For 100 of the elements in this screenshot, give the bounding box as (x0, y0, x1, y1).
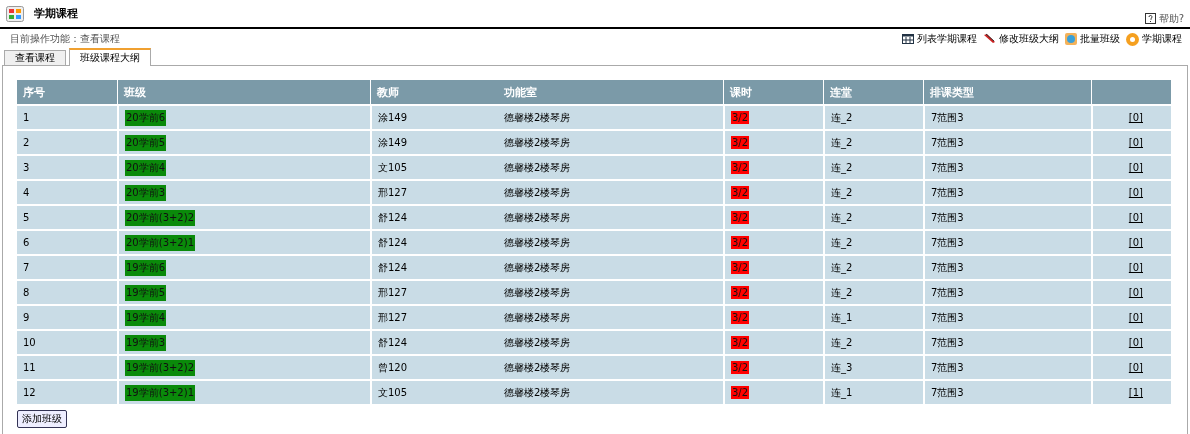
add-class-button[interactable]: 添加班级 (17, 410, 67, 428)
table-cell: 7范围3 (931, 260, 964, 275)
count-link[interactable]: [0] (1128, 337, 1143, 348)
help-link[interactable]: 帮助? (1144, 11, 1184, 26)
hours-value: 3/2 (731, 386, 750, 399)
table-cell: 7 (23, 262, 30, 273)
table-cell: 7范围3 (931, 335, 964, 350)
class-name: 20学前4 (125, 159, 167, 176)
table-cell: 7范围3 (931, 385, 964, 400)
table-cell: 涂149 (378, 110, 408, 125)
help-icon (1144, 13, 1156, 24)
table-cell: 2 (23, 137, 30, 148)
class-name: 19学前6 (125, 259, 167, 276)
table-cell: 7范围3 (931, 160, 964, 175)
class-name: 20学前3 (125, 184, 167, 201)
hours-value: 3/2 (731, 236, 750, 249)
toolbar-link[interactable]: 学期课程 (1126, 32, 1182, 46)
toolbar-link[interactable]: 列表学期课程 (902, 32, 977, 46)
table-cell: 4 (23, 187, 30, 198)
tab[interactable]: 班级课程大纲 (69, 48, 151, 66)
table-cell: 7范围3 (931, 285, 964, 300)
table-cell: 文105 (378, 385, 408, 400)
table-cell: 1 (23, 112, 30, 123)
count-link[interactable]: [0] (1128, 237, 1143, 248)
app-icon (6, 5, 24, 22)
table-cell: 德馨楼2楼琴房 (504, 385, 571, 400)
table-cell: 连_2 (831, 110, 853, 125)
circle-icon (1126, 32, 1139, 46)
column-header: 序号 (22, 84, 46, 101)
tab[interactable]: 查看课程 (4, 50, 66, 65)
table-cell: 10 (23, 337, 36, 348)
table-cell: 邢127 (378, 185, 408, 200)
table-cell: 文105 (378, 160, 408, 175)
table-cell: 舒124 (378, 210, 408, 225)
count-link[interactable]: [0] (1128, 312, 1143, 323)
count-link[interactable]: [0] (1128, 162, 1143, 173)
table-cell: 舒124 (378, 235, 408, 250)
table-cell: 舒124 (378, 335, 408, 350)
class-name: 19学前4 (125, 309, 167, 326)
hours-value: 3/2 (731, 111, 750, 124)
table-cell: 7范围3 (931, 235, 964, 250)
count-link[interactable]: [0] (1128, 112, 1143, 123)
table-cell: 德馨楼2楼琴房 (504, 135, 571, 150)
table-cell: 5 (23, 212, 30, 223)
table-cell: 舒124 (378, 260, 408, 275)
hours-value: 3/2 (731, 311, 750, 324)
toolbar-link[interactable]: 修改班级大纲 (983, 32, 1059, 46)
table-cell: 德馨楼2楼琴房 (504, 185, 571, 200)
page-title: 学期课程 (34, 6, 78, 21)
table-cell: 7范围3 (931, 310, 964, 325)
table-cell: 11 (23, 362, 36, 373)
table-cell: 12 (23, 387, 36, 398)
table-cell: 邢127 (378, 285, 408, 300)
table-cell: 8 (23, 287, 30, 298)
count-link[interactable]: [0] (1128, 187, 1143, 198)
count-link[interactable]: [0] (1128, 287, 1143, 298)
class-name: 19学前(3+2)2 (125, 359, 195, 376)
hours-value: 3/2 (731, 261, 750, 274)
hours-value: 3/2 (731, 336, 750, 349)
table-cell: 7范围3 (931, 110, 964, 125)
class-name: 20学前5 (125, 134, 167, 151)
table-cell: 连_3 (831, 360, 853, 375)
table-cell: 德馨楼2楼琴房 (504, 110, 571, 125)
class-name: 19学前(3+2)1 (125, 384, 195, 401)
class-name: 19学前3 (125, 334, 167, 351)
table-cell: 连_2 (831, 210, 853, 225)
table-cell: 连_2 (831, 335, 853, 350)
table-cell: 6 (23, 237, 30, 248)
class-name: 20学前(3+2)2 (125, 209, 195, 226)
table-cell: 连_2 (831, 160, 853, 175)
table-cell: 德馨楼2楼琴房 (504, 285, 571, 300)
table-cell: 德馨楼2楼琴房 (504, 260, 571, 275)
count-link[interactable]: [0] (1128, 137, 1143, 148)
table-cell: 连_1 (831, 385, 853, 400)
table-icon (902, 34, 914, 44)
table-cell: 德馨楼2楼琴房 (504, 210, 571, 225)
breadcrumb: 目前操作功能：查看课程 (10, 32, 120, 46)
hours-value: 3/2 (731, 161, 750, 174)
table-cell: 德馨楼2楼琴房 (504, 335, 571, 350)
table-cell: 7范围3 (931, 360, 964, 375)
pen-icon (983, 33, 996, 45)
table-cell: 连_2 (831, 260, 853, 275)
table-cell: 连_2 (831, 185, 853, 200)
hours-value: 3/2 (731, 286, 750, 299)
count-link[interactable]: [0] (1128, 212, 1143, 223)
hours-value: 3/2 (731, 186, 750, 199)
table-cell: 德馨楼2楼琴房 (504, 310, 571, 325)
hours-value: 3/2 (731, 361, 750, 374)
count-link[interactable]: [1] (1128, 387, 1143, 398)
hours-value: 3/2 (731, 136, 750, 149)
table-cell: 邢127 (378, 310, 408, 325)
column-header: 功能室 (503, 84, 538, 101)
table-cell: 德馨楼2楼琴房 (504, 160, 571, 175)
table-cell: 曾120 (378, 360, 408, 375)
count-link[interactable]: [0] (1128, 262, 1143, 273)
toolbar-link[interactable]: 批量班级 (1065, 32, 1120, 46)
table-cell: 9 (23, 312, 30, 323)
table-cell: 3 (23, 162, 30, 173)
count-link[interactable]: [0] (1128, 362, 1143, 373)
class-name: 20学前(3+2)1 (125, 234, 195, 251)
